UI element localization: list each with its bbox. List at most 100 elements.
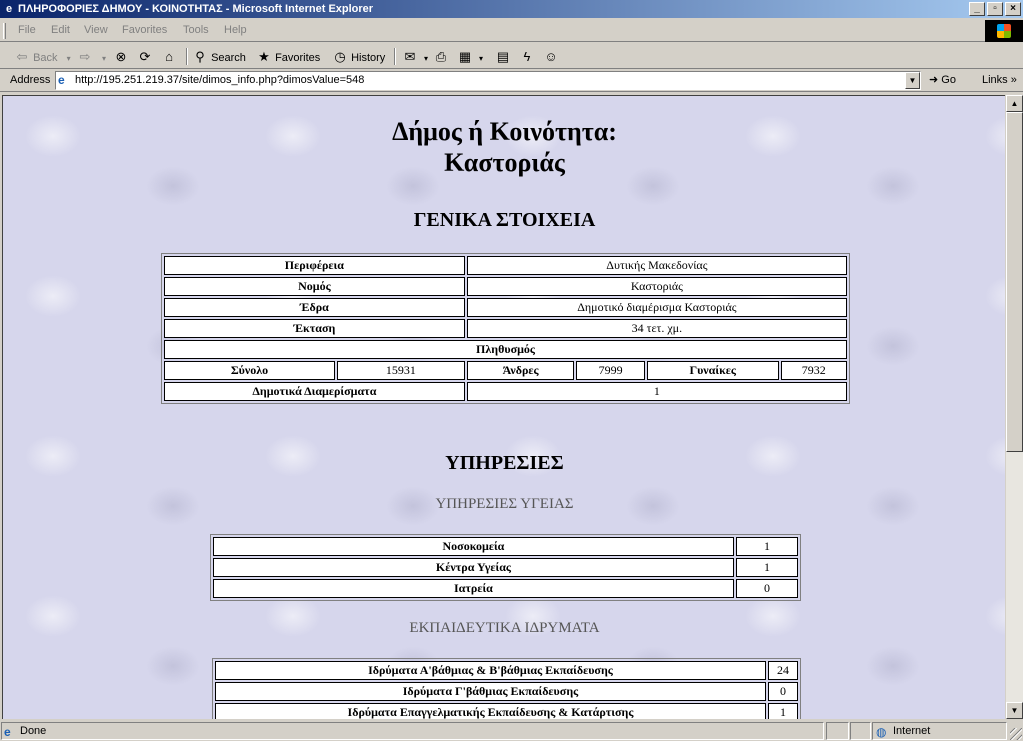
- messenger-icon: ☺: [544, 49, 558, 64]
- close-button[interactable]: ×: [1005, 2, 1021, 16]
- scroll-up-button[interactable]: ▲: [1006, 95, 1023, 112]
- table-row: Έδρα Δημοτικό διαμέρισμα Καστοριάς: [164, 298, 847, 317]
- discuss-button[interactable]: ▤: [495, 47, 511, 66]
- page-done-icon: e: [4, 725, 11, 739]
- scroll-thumb[interactable]: [1006, 112, 1023, 452]
- men-label: Άνδρες: [466, 361, 575, 380]
- menu-help[interactable]: Help: [224, 24, 247, 36]
- prefecture-value: Καστοριάς: [466, 277, 847, 296]
- status-text: Done: [20, 725, 47, 737]
- health-label: Κέντρα Υγείας: [213, 558, 734, 577]
- go-button[interactable]: ➜ Go: [929, 73, 956, 86]
- health-label: Νοσοκομεία: [213, 537, 734, 556]
- health-value: 1: [735, 537, 798, 556]
- history-icon: ◷: [334, 49, 346, 64]
- menu-bar: File Edit View Favorites Tools Help: [0, 20, 1023, 42]
- print-icon: ⎙: [435, 49, 447, 64]
- total-label: Σύνολο: [164, 361, 336, 380]
- resize-grip[interactable]: [1010, 728, 1022, 740]
- mail-icon: ✉: [404, 49, 416, 64]
- table-row: Νοσοκομεία 1: [213, 537, 798, 556]
- services-heading: ΥΠΗΡΕΣΙΕΣ: [445, 452, 564, 474]
- health-value: 1: [735, 558, 798, 577]
- education-value: 1: [767, 703, 798, 719]
- table-row: Ιδρύματα Α'βάθμιας & Β'βάθμιας Εκπαίδευσ…: [215, 661, 798, 680]
- stop-button[interactable]: ⊗: [113, 47, 129, 66]
- edit-icon: ▦: [458, 49, 472, 64]
- education-label: Ιδρύματα Γ'βάθμιας Εκπαίδευσης: [215, 682, 766, 701]
- print-button[interactable]: ⎙: [433, 47, 449, 66]
- women-value: 7932: [780, 361, 847, 380]
- forward-button[interactable]: ⇨ ▾: [77, 47, 112, 66]
- chevron-down-icon: ▾: [66, 54, 71, 63]
- page-icon: e: [58, 73, 65, 87]
- vertical-scrollbar[interactable]: ▲ ▼: [1006, 95, 1023, 719]
- seat-value: Δημοτικό διαμέρισμα Καστοριάς: [466, 298, 847, 317]
- favorites-button[interactable]: ★ Favorites: [256, 47, 320, 66]
- refresh-icon: ⟳: [139, 49, 151, 64]
- back-arrow-icon: ⇦: [16, 49, 28, 64]
- table-row: Δημοτικά Διαμερίσματα 1: [164, 382, 847, 401]
- back-button[interactable]: ⇦ Back ▾: [14, 47, 77, 66]
- menu-grip[interactable]: [3, 23, 6, 39]
- area-label: Έκταση: [164, 319, 465, 338]
- maximize-button[interactable]: ▫: [987, 2, 1003, 16]
- history-button[interactable]: ◷ History: [332, 47, 385, 66]
- population-label: Πληθυσμός: [164, 340, 847, 359]
- education-label: Ιδρύματα Επαγγελματικής Εκπαίδευσης & Κα…: [215, 703, 766, 719]
- education-label: Ιδρύματα Α'βάθμιας & Β'βάθμιας Εκπαίδευσ…: [215, 661, 766, 680]
- table-row: Κέντρα Υγείας 1: [213, 558, 798, 577]
- region-value: Δυτικής Μακεδονίας: [466, 256, 847, 275]
- menu-view[interactable]: View: [84, 24, 108, 36]
- health-label: Ιατρεία: [213, 579, 734, 598]
- security-zone: ◍ Internet: [872, 722, 1007, 740]
- region-label: Περιφέρεια: [164, 256, 465, 275]
- chevron-down-icon: ▾: [478, 54, 483, 63]
- discuss-icon: ▤: [496, 49, 510, 64]
- education-value: 0: [767, 682, 798, 701]
- page-viewport[interactable]: Δήμος ή Κοινότητα: Καστοριάς ΓΕΝΙΚΑ ΣΤΟΙ…: [2, 95, 1005, 719]
- window-title: ΠΛΗΡΟΦΟΡΙΕΣ ΔΗΜΟΥ - ΚΟΙΝΟΤΗΤΑΣ - Microso…: [18, 3, 374, 15]
- page-title: Δήμος ή Κοινότητα: Καστοριάς: [392, 117, 617, 177]
- favorites-icon: ★: [258, 49, 270, 64]
- stop-icon: ⊗: [115, 49, 127, 64]
- edit-button[interactable]: ▦ ▾: [457, 47, 489, 66]
- table-row: Πληθυσμός: [164, 340, 847, 359]
- refresh-button[interactable]: ⟳: [137, 47, 153, 66]
- general-info-table: Περιφέρεια Δυτικής Μακεδονίας Νομός Καστ…: [161, 253, 850, 404]
- menu-favorites[interactable]: Favorites: [122, 24, 167, 36]
- toolbar-separator: [394, 48, 396, 65]
- general-heading: ΓΕΝΙΚΑ ΣΤΟΙΧΕΙΑ: [413, 209, 596, 231]
- window-controls: _ ▫ ×: [969, 2, 1021, 16]
- url-text[interactable]: http://195.251.219.37/site/dimos_info.ph…: [75, 74, 364, 86]
- address-input[interactable]: e http://195.251.219.37/site/dimos_info.…: [55, 71, 921, 90]
- table-row: Περιφέρεια Δυτικής Μακεδονίας: [164, 256, 847, 275]
- menu-file[interactable]: File: [18, 24, 36, 36]
- table-row: Ιδρύματα Γ'βάθμιας Εκπαίδευσης 0: [215, 682, 798, 701]
- globe-icon: ◍: [876, 725, 887, 739]
- search-button[interactable]: ⚲ Search: [192, 47, 246, 66]
- status-bar: e Done ◍ Internet: [0, 721, 1023, 741]
- minimize-button[interactable]: _: [969, 2, 985, 16]
- seat-label: Έδρα: [164, 298, 465, 317]
- table-row: Έκταση 34 τετ. χμ.: [164, 319, 847, 338]
- menu-tools[interactable]: Tools: [183, 24, 209, 36]
- mail-button[interactable]: ✉ ▾: [402, 47, 434, 66]
- scroll-down-button[interactable]: ▼: [1006, 702, 1023, 719]
- chevron-right-icon: »: [1010, 74, 1017, 86]
- home-button[interactable]: ⌂: [161, 47, 177, 66]
- messenger-button[interactable]: ☺: [543, 47, 559, 66]
- health-heading: ΥΠΗΡΕΣΙΕΣ ΥΓΕΙΑΣ: [435, 496, 574, 512]
- research-button[interactable]: ϟ: [519, 47, 535, 66]
- address-label: Address: [10, 74, 51, 86]
- links-button[interactable]: Links »: [982, 74, 1017, 86]
- status-pane: [850, 722, 871, 740]
- address-dropdown-button[interactable]: ▼: [905, 72, 920, 89]
- area-value: 34 τετ. χμ.: [466, 319, 847, 338]
- menu-edit[interactable]: Edit: [51, 24, 70, 36]
- address-bar: Address e http://195.251.219.37/site/dim…: [0, 70, 1023, 92]
- prefecture-label: Νομός: [164, 277, 465, 296]
- windows-logo-icon: [985, 20, 1023, 42]
- standard-toolbar: ⇦ Back ▾ ⇨ ▾ ⊗ ⟳ ⌂ ⚲ Search ★ Favorites …: [0, 44, 1023, 69]
- education-value: 24: [767, 661, 798, 680]
